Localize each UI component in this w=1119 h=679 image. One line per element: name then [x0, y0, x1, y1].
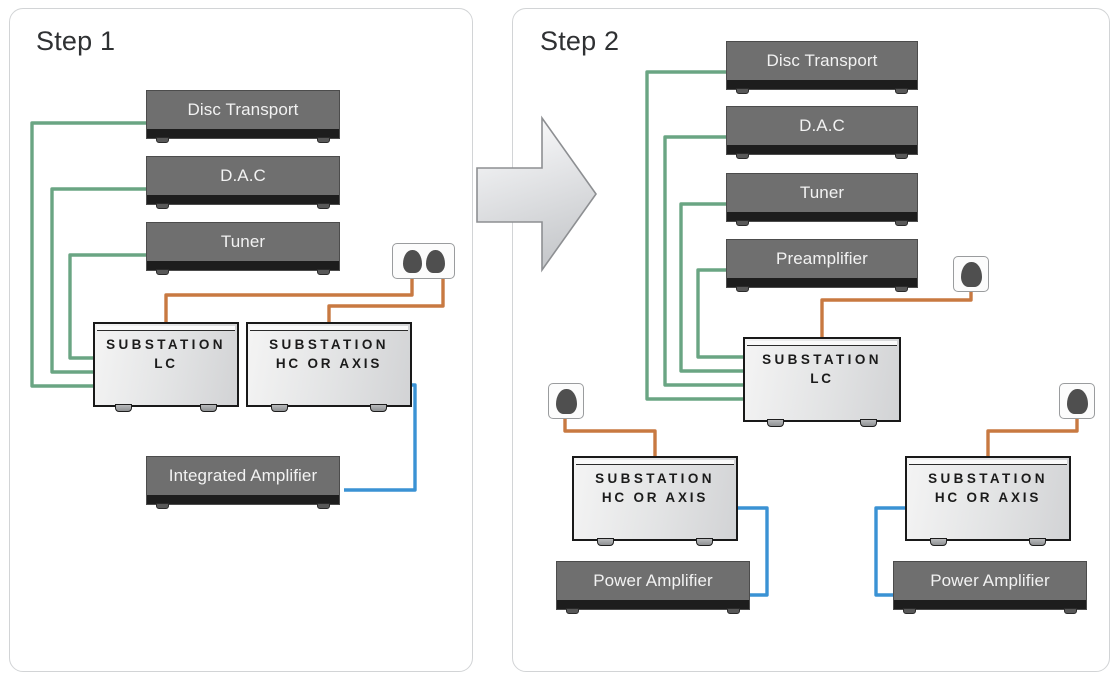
device-foot-left [736, 88, 749, 94]
substation-brand: SUBSTATION [269, 337, 389, 352]
device-base [727, 80, 917, 89]
substation-brand: SUBSTATION [106, 337, 226, 352]
device-foot-right [727, 608, 740, 614]
power-plug-icon [1066, 388, 1088, 414]
device-dac-step1[interactable]: D.A.C [146, 156, 340, 209]
substation-model: HC OR AXIS [275, 356, 383, 371]
device-foot-left [156, 503, 169, 509]
step-progress-arrow [476, 115, 597, 273]
device-foot-left [156, 269, 169, 275]
device-label: Tuner [220, 232, 266, 251]
device-foot-left [903, 608, 916, 614]
substation-foot-left [766, 419, 784, 427]
device-label: Tuner [799, 183, 845, 202]
device-foot-right [895, 153, 908, 159]
substation-foot-right [200, 404, 218, 412]
device-preamplifier-step2[interactable]: Preamplifier [726, 239, 918, 292]
substation-model: LC [810, 371, 834, 386]
device-foot-right [317, 203, 330, 209]
diagram-canvas: Step 1 Step 2 Disc Transport D.A.C Tuner… [0, 0, 1119, 679]
wall-outlet-double-step1[interactable] [392, 243, 455, 279]
device-base [147, 129, 339, 138]
substation-model: LC [154, 356, 178, 371]
device-foot-left [736, 220, 749, 226]
device-base [727, 212, 917, 221]
device-foot-left [566, 608, 579, 614]
cable-orange-s2-substation-lc-power [820, 290, 973, 337]
device-label: Preamplifier [776, 249, 868, 268]
power-plug-icon [555, 388, 577, 414]
device-foot-right [895, 220, 908, 226]
cable-orange-substation-lc-power [164, 277, 414, 322]
device-power-amplifier-left-step2[interactable]: Power Amplifier [556, 561, 750, 614]
substation-foot-left [114, 404, 132, 412]
device-foot-left [736, 286, 749, 292]
device-label: Power Amplifier [930, 571, 1050, 590]
device-foot-right [895, 88, 908, 94]
substation-top-strip [250, 326, 408, 331]
device-label: D.A.C [220, 166, 266, 185]
substation-foot-right [370, 404, 388, 412]
substation-foot-left [596, 538, 614, 546]
device-foot-right [317, 269, 330, 275]
substation-foot-left [929, 538, 947, 546]
substation-top-strip [747, 341, 897, 346]
device-label: Power Amplifier [593, 571, 713, 590]
substation-hc-or-axis-right-step2[interactable]: SUBSTATION HC OR AXIS [905, 456, 1071, 546]
substation-top-strip [909, 460, 1067, 465]
device-foot-right [317, 503, 330, 509]
device-label: Integrated Amplifier [168, 466, 318, 485]
power-plug-icon [402, 249, 422, 273]
device-dac-step2[interactable]: D.A.C [726, 106, 918, 159]
substation-model: HC OR AXIS [934, 490, 1042, 505]
power-plug-icon [960, 261, 982, 287]
substation-brand: SUBSTATION [928, 471, 1048, 486]
substation-brand: SUBSTATION [595, 471, 715, 486]
substation-hc-or-axis-left-step2[interactable]: SUBSTATION HC OR AXIS [572, 456, 738, 546]
device-foot-left [156, 203, 169, 209]
power-plug-icon [425, 249, 445, 273]
device-disc-transport-step1[interactable]: Disc Transport [146, 90, 340, 143]
substation-foot-left [270, 404, 288, 412]
substation-model: HC OR AXIS [601, 490, 709, 505]
device-base [557, 600, 749, 609]
substation-top-strip [576, 460, 734, 465]
device-base [147, 195, 339, 204]
wall-outlet-single-center-step2[interactable] [953, 256, 989, 292]
substation-hc-or-axis-step1[interactable]: SUBSTATION HC OR AXIS [246, 322, 412, 412]
cable-orange-s2-substation-hc-left-power [563, 417, 657, 456]
cable-orange-s2-substation-hc-right-power [986, 417, 1079, 456]
device-tuner-step1[interactable]: Tuner [146, 222, 340, 275]
device-foot-left [156, 137, 169, 143]
device-label: Disc Transport [187, 100, 299, 119]
device-base [727, 278, 917, 287]
device-base [894, 600, 1086, 609]
device-label: Disc Transport [766, 51, 878, 70]
wall-outlet-single-left-step2[interactable] [548, 383, 584, 419]
substation-foot-right [696, 538, 714, 546]
device-foot-right [895, 286, 908, 292]
device-base [147, 495, 339, 504]
device-tuner-step2[interactable]: Tuner [726, 173, 918, 226]
device-label: D.A.C [799, 116, 845, 135]
wall-outlet-single-right-step2[interactable] [1059, 383, 1095, 419]
substation-brand: SUBSTATION [762, 352, 882, 367]
device-integrated-amplifier-step1[interactable]: Integrated Amplifier [146, 456, 340, 509]
device-base [727, 145, 917, 154]
device-foot-left [736, 153, 749, 159]
substation-lc-step1[interactable]: SUBSTATION LC [93, 322, 239, 412]
substation-lc-step2[interactable]: SUBSTATION LC [743, 337, 901, 427]
device-power-amplifier-right-step2[interactable]: Power Amplifier [893, 561, 1087, 614]
cable-orange-substation-hc-power [327, 277, 445, 322]
device-foot-right [317, 137, 330, 143]
device-disc-transport-step2[interactable]: Disc Transport [726, 41, 918, 94]
substation-foot-right [1029, 538, 1047, 546]
substation-foot-right [860, 419, 878, 427]
device-foot-right [1064, 608, 1077, 614]
device-base [147, 261, 339, 270]
substation-top-strip [97, 326, 235, 331]
